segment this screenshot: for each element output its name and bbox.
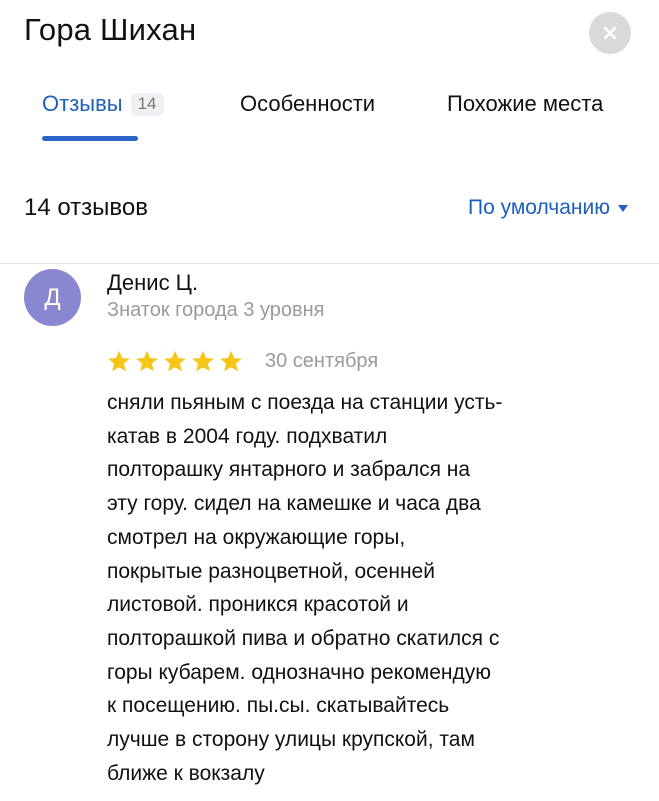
- sort-label: По умолчанию: [467, 196, 610, 219]
- author-name[interactable]: Денис Ц.: [107, 270, 198, 296]
- star-icon: [164, 350, 186, 371]
- review-text-line: ближе к вокзалу: [107, 761, 265, 785]
- star-icon: [136, 350, 158, 371]
- review-count-heading: 14 отзывов: [24, 194, 149, 221]
- place-title: Гора Шихан: [24, 12, 197, 47]
- author-level: Знаток города 3 уровня: [107, 299, 325, 321]
- review-text-line: к посещению. пы.сы. скатывайтесь: [107, 694, 450, 718]
- review-text-line: эту гору. сидел на камешке и часа два: [107, 492, 481, 516]
- review-text-line: лучше в сторону улицы крупской, там: [107, 728, 475, 752]
- reviews-summary: 14 отзывов По умолчанию: [0, 190, 659, 250]
- review-text-line: листовой. проникся красотой и: [107, 593, 409, 617]
- place-header: Гора Шихан: [0, 0, 659, 70]
- review-text-line: сняли пьяным с поезда на станции усть-: [107, 391, 503, 414]
- star-icon: [108, 350, 130, 371]
- review-text-line: полторашку янтарного и забрался на: [107, 458, 471, 482]
- review-text: сняли пьяным с поезда на станции усть-ка…: [107, 386, 627, 790]
- tab-similar-places[interactable]: Похожие места: [447, 91, 603, 117]
- review-text-line: катав в 2004 году. подхватил: [107, 424, 388, 448]
- star-icon: [220, 350, 242, 371]
- divider: [0, 263, 659, 264]
- review-text-line: полторашкой пива и обратно скатился с: [107, 626, 500, 650]
- avatar-letter: Д: [44, 283, 61, 311]
- tab-reviews-count: 14: [130, 93, 164, 116]
- star-rating: [107, 350, 243, 373]
- tab-features[interactable]: Особенности: [240, 91, 375, 117]
- active-tab-indicator: [42, 136, 138, 141]
- review-text-line: горы кубарем. однозначно рекомендую: [107, 660, 492, 684]
- close-button[interactable]: [589, 12, 631, 54]
- avatar[interactable]: Д: [24, 269, 81, 326]
- close-icon: [603, 26, 617, 40]
- review-text-line: смотрел на окружающие горы,: [107, 525, 406, 549]
- tab-bar: Отзывы 14 Особенности Похожие места: [0, 85, 659, 145]
- review-date: 30 сентября: [265, 349, 379, 372]
- star-icon: [192, 350, 214, 371]
- review-text-line: покрытые разноцветной, осенней: [107, 559, 435, 583]
- rating-row: 30 сентября: [107, 348, 378, 374]
- sort-dropdown[interactable]: По умолчанию: [468, 196, 628, 220]
- tab-reviews[interactable]: Отзывы 14: [42, 91, 164, 117]
- caret-down-icon: [618, 204, 628, 212]
- tab-reviews-label: Отзывы: [42, 91, 123, 116]
